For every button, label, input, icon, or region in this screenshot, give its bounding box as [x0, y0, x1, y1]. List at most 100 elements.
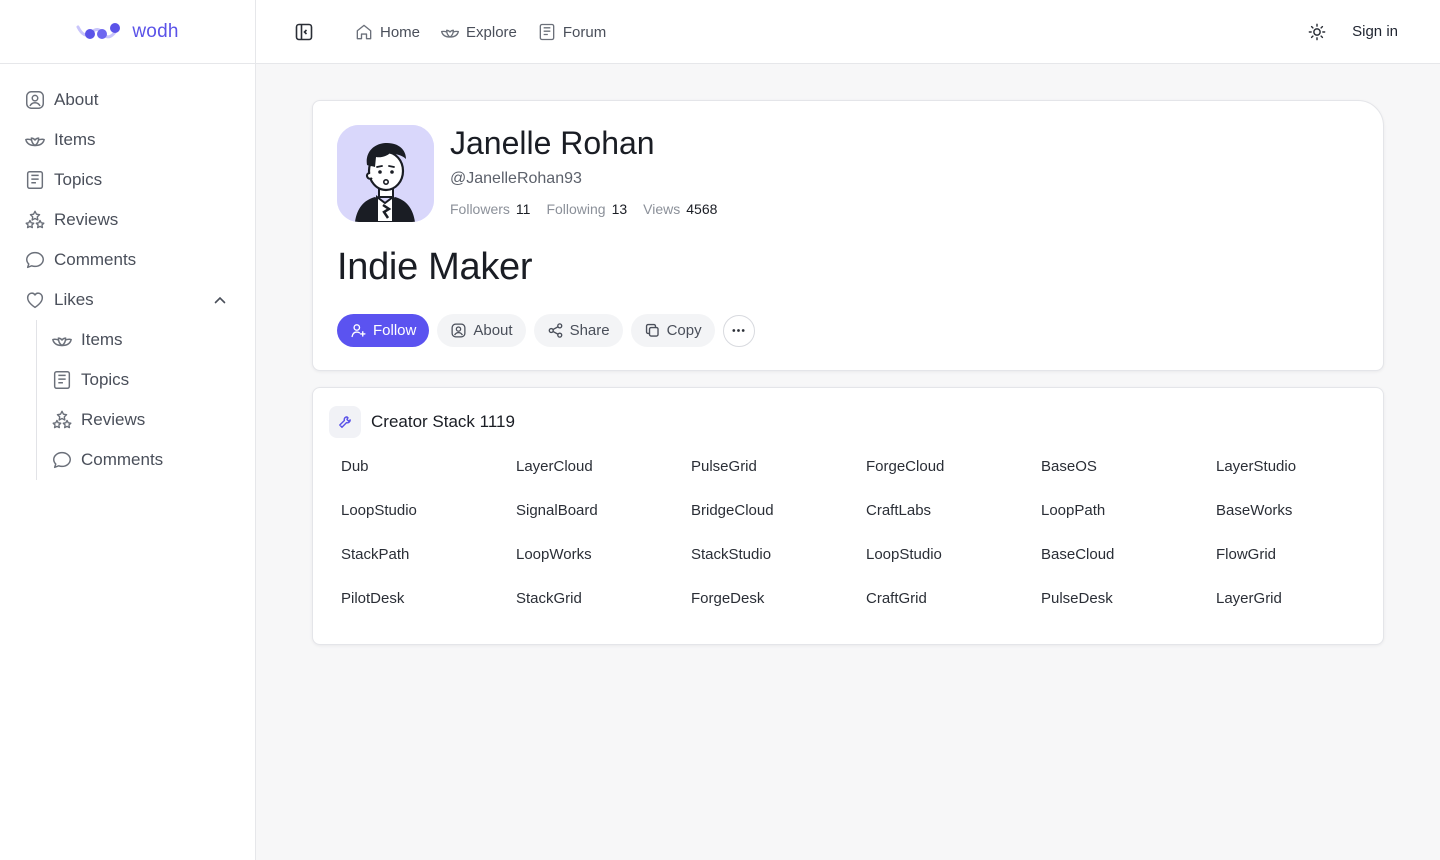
about-button[interactable]: About [437, 314, 526, 347]
sidebar-item-label: Comments [81, 450, 164, 469]
nav-home[interactable]: Home [354, 22, 420, 42]
stack-title: Creator Stack 1119 [371, 412, 515, 431]
document-icon [26, 171, 44, 189]
about-button-label: About [473, 322, 513, 339]
copy-button-label: Copy [666, 322, 702, 339]
stack-item[interactable]: BridgeCloud [691, 500, 866, 544]
top-bar: Home Explore Forum Sign in [256, 0, 1440, 64]
sidebar: wodh About Items Topics Reviews Comments… [0, 0, 256, 860]
brand-name: wodh [132, 20, 179, 42]
stack-item[interactable]: StackPath [341, 544, 516, 588]
brand[interactable]: wodh [0, 0, 255, 64]
sidebar-item-likes[interactable]: Likes [0, 280, 255, 320]
sidebar-item-label: Items [81, 330, 123, 349]
sun-icon[interactable] [1308, 23, 1326, 41]
sidebar-item-items[interactable]: Items [0, 120, 255, 160]
sidebar-item-label: About [54, 90, 99, 109]
nav-explore[interactable]: Explore [440, 22, 517, 42]
follow-button-label: Follow [373, 322, 417, 339]
chevron-up-icon[interactable] [213, 293, 227, 307]
wrench-icon [339, 416, 351, 428]
stack-stars-icon [25, 210, 45, 229]
nav-forum[interactable]: Forum [537, 22, 606, 42]
nav-explore-label: Explore [466, 23, 517, 41]
user-circle-icon [26, 91, 44, 109]
stack-item[interactable]: PilotDesk [341, 588, 516, 632]
share-icon [548, 323, 562, 338]
stack-item[interactable]: Dub [341, 456, 516, 500]
share-button[interactable]: Share [533, 314, 623, 347]
lotus-icon [441, 29, 460, 38]
avatar-illustration-icon [337, 125, 434, 222]
sidebar-subitem-liked-topics[interactable]: Topics [37, 360, 255, 400]
sign-in-link[interactable]: Sign in [1352, 23, 1398, 40]
nav-home-label: Home [380, 23, 421, 41]
sidebar-item-label: Reviews [81, 410, 146, 429]
wodh-logo-icon [76, 21, 122, 43]
stack-item[interactable]: PulseGrid [691, 456, 866, 500]
sidebar-item-about[interactable]: About [0, 80, 255, 120]
stack-item[interactable]: CraftGrid [866, 588, 1041, 632]
stack-item[interactable]: LayerGrid [1216, 588, 1391, 632]
copy-icon [645, 323, 659, 337]
avatar [337, 125, 434, 222]
stack-item[interactable]: BaseOS [1041, 456, 1216, 500]
stat-following[interactable]: Following 13 [546, 201, 627, 217]
stack-item[interactable]: ForgeDesk [691, 588, 866, 632]
stack-item[interactable]: FlowGrid [1216, 544, 1391, 588]
more-options-button[interactable] [722, 314, 755, 347]
sidebar-item-comments[interactable]: Comments [0, 240, 255, 280]
stack-item[interactable]: ForgeCloud [866, 456, 1041, 500]
likes-subnav: Items Topics Reviews Comments [36, 320, 255, 480]
stack-item[interactable]: StackStudio [691, 544, 866, 588]
stack-grid: Dub LayerCloud PulseGrid ForgeCloud Base… [341, 456, 1391, 632]
copy-button[interactable]: Copy [630, 314, 715, 347]
stack-header: Creator Stack 1119 [329, 406, 515, 438]
profile-card: Janelle Rohan @JanelleRohan93 Followers 1… [312, 100, 1384, 371]
ellipsis-icon [732, 329, 745, 332]
stack-item[interactable]: LayerStudio [1216, 456, 1391, 500]
document-icon [53, 371, 71, 389]
sidebar-item-label: Comments [54, 250, 137, 269]
stack-item[interactable]: LoopWorks [516, 544, 691, 588]
stack-item[interactable]: StackGrid [516, 588, 691, 632]
stat-label: Views [643, 201, 681, 217]
stack-item[interactable]: BaseWorks [1216, 500, 1391, 544]
stack-icon-box [329, 406, 361, 438]
stat-label: Followers [450, 201, 510, 217]
sidebar-item-reviews[interactable]: Reviews [0, 200, 255, 240]
creator-stack-card: Creator Stack 1119 Dub LayerCloud PulseG… [312, 387, 1384, 645]
sidebar-item-topics[interactable]: Topics [0, 160, 255, 200]
profile-actions: Follow About Share Copy [337, 314, 755, 347]
profile-handle: @JanelleRohan93 [450, 170, 582, 187]
top-nav: Home Explore Forum [354, 0, 606, 64]
share-button-label: Share [569, 322, 610, 339]
stack-item[interactable]: PulseDesk [1041, 588, 1216, 632]
profile-name: Janelle Rohan [450, 125, 655, 161]
sidebar-subitem-liked-items[interactable]: Items [37, 320, 255, 360]
stack-stars-icon [52, 410, 72, 429]
follow-button[interactable]: Follow [337, 314, 430, 347]
stack-item[interactable]: CraftLabs [866, 500, 1041, 544]
sidebar-toggle-icon[interactable] [294, 22, 314, 42]
stack-item[interactable]: BaseCloud [1041, 544, 1216, 588]
user-plus-icon [351, 324, 366, 338]
stack-item[interactable]: LoopPath [1041, 500, 1216, 544]
stack-item[interactable]: LayerCloud [516, 456, 691, 500]
sidebar-item-label: Topics [81, 370, 130, 389]
lotus-icon [25, 137, 45, 147]
sidebar-subitem-liked-comments[interactable]: Comments [37, 440, 255, 480]
stat-label: Following [546, 201, 606, 217]
stack-item[interactable]: LoopStudio [341, 500, 516, 544]
sidebar-subitem-liked-reviews[interactable]: Reviews [37, 400, 255, 440]
stat-value: 11 [515, 201, 531, 217]
heart-icon [26, 292, 44, 309]
stat-views: Views 4568 [643, 201, 717, 217]
lotus-icon [52, 337, 72, 347]
stack-item[interactable]: LoopStudio [866, 544, 1041, 588]
sidebar-item-label: Topics [54, 170, 103, 189]
stat-followers[interactable]: Followers 11 [450, 201, 530, 217]
stack-item[interactable]: SignalBoard [516, 500, 691, 544]
sidebar-item-label: Reviews [54, 210, 119, 229]
stat-value: 13 [611, 201, 628, 217]
